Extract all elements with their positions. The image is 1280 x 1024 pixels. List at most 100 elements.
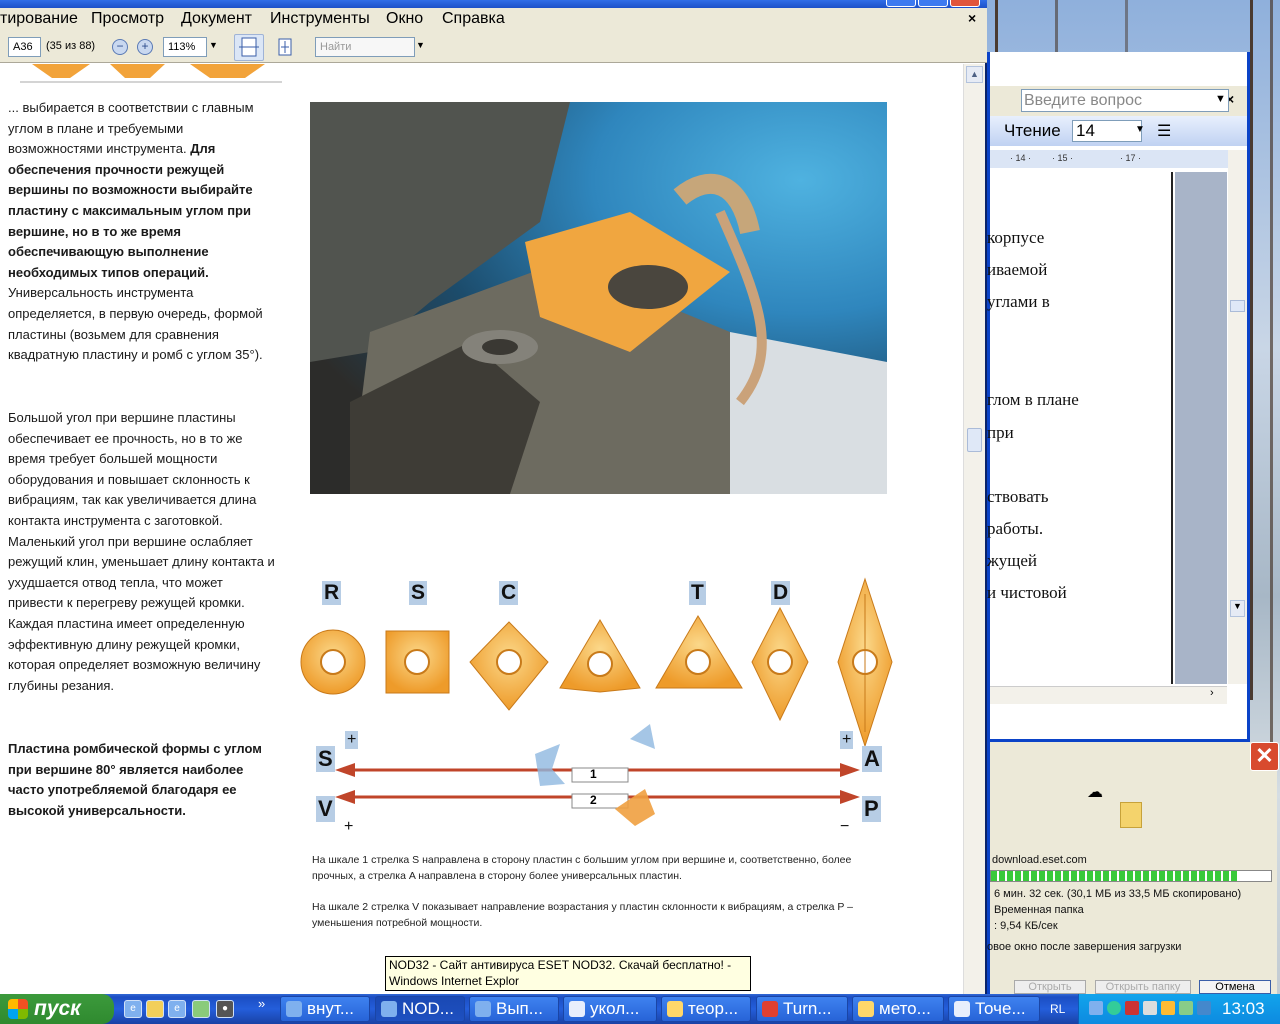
axis-label-a: A bbox=[862, 746, 882, 772]
word-scroll-right-icon[interactable]: › bbox=[1210, 687, 1214, 699]
ruler-mark-14: · 14 · bbox=[1010, 153, 1032, 163]
word-document-page[interactable] bbox=[990, 172, 1173, 684]
folder-quicklaunch-icon[interactable] bbox=[146, 1000, 164, 1018]
font-size-select[interactable]: 14 bbox=[1072, 120, 1142, 142]
paragraph-2: Большой угол при вершине пластины обеспе… bbox=[8, 410, 275, 693]
minimize-button[interactable] bbox=[886, 0, 916, 7]
scroll-thumb[interactable] bbox=[967, 428, 982, 452]
word-scroll-down-icon[interactable]: ▼ bbox=[1230, 600, 1245, 617]
desktop: тирование Просмотр Документ Инструменты … bbox=[0, 0, 1280, 1024]
antivirus-tray-icon[interactable] bbox=[1107, 1001, 1121, 1015]
task-label: NOD... bbox=[402, 999, 454, 1018]
word-scroll-thumb[interactable] bbox=[1230, 300, 1245, 312]
ruler-mark-17: · 17 · bbox=[1120, 153, 1142, 163]
document-scrollbar[interactable]: ▲ bbox=[963, 64, 985, 994]
help-question-input[interactable]: Введите вопрос bbox=[1021, 89, 1229, 112]
help-dropdown-icon[interactable]: ▼ bbox=[1215, 93, 1226, 105]
download-open-folder-button[interactable]: Открыть папку bbox=[1095, 980, 1191, 994]
font-size-dropdown-icon[interactable]: ▼ bbox=[1135, 124, 1145, 135]
clock[interactable]: 13:03 bbox=[1222, 994, 1265, 1024]
update-tray-icon[interactable] bbox=[1179, 1001, 1193, 1015]
download-close-button[interactable]: ✕ bbox=[1250, 742, 1279, 771]
plus-top-right: + bbox=[840, 731, 854, 749]
style-select[interactable]: Чтение bbox=[990, 120, 1074, 142]
menu-view[interactable]: Просмотр bbox=[91, 10, 164, 28]
close-after-download-checkbox[interactable]: овое окно после завершения загрузки bbox=[987, 941, 1181, 953]
download-dialog: ☁ bbox=[987, 742, 1277, 994]
pdf-icon bbox=[762, 1001, 778, 1017]
pdf-reader-window: тирование Просмотр Документ Инструменты … bbox=[0, 0, 987, 994]
scale-2-label: 2 bbox=[590, 793, 597, 807]
task-pdf[interactable]: Turn... bbox=[756, 996, 848, 1022]
insert-shapes-diagram bbox=[300, 577, 893, 826]
align-icon[interactable]: ☰ bbox=[1157, 121, 1171, 141]
media-quicklaunch-icon[interactable]: ● bbox=[216, 1000, 234, 1018]
alert-tray-icon[interactable] bbox=[1125, 1001, 1139, 1015]
download-open-button[interactable]: Открыть bbox=[1014, 980, 1086, 994]
document-page: ... выбирается в соответствии с главным … bbox=[0, 64, 963, 994]
security-tray-icon[interactable] bbox=[1161, 1001, 1175, 1015]
task-label: укол... bbox=[590, 999, 640, 1018]
word-page-margin bbox=[1175, 172, 1227, 684]
menu-edit[interactable]: тирование bbox=[0, 10, 78, 28]
zoom-input[interactable]: 113% bbox=[163, 37, 207, 57]
reader-menubar: тирование Просмотр Документ Инструменты … bbox=[0, 8, 987, 31]
download-progress-fill bbox=[991, 871, 1238, 881]
page-number-input[interactable]: A36 bbox=[8, 37, 41, 57]
task-label: Turn... bbox=[783, 999, 832, 1018]
scroll-up-icon[interactable]: ▲ bbox=[966, 66, 983, 83]
quicklaunch-more-icon[interactable]: » bbox=[258, 996, 265, 1011]
volume-tray-icon[interactable] bbox=[1143, 1001, 1157, 1015]
caption-2: На шкале 2 стрелка V показывает направле… bbox=[312, 901, 853, 929]
task-ie-2[interactable]: NOD... bbox=[375, 996, 465, 1022]
display-tray-icon[interactable] bbox=[1197, 1001, 1211, 1015]
start-button[interactable]: пуск bbox=[0, 994, 114, 1024]
ie-quicklaunch-icon[interactable]: e bbox=[124, 1000, 142, 1018]
word-vertical-scrollbar[interactable]: ▼ bbox=[1228, 150, 1247, 684]
task-folder-1[interactable]: теор... bbox=[661, 996, 751, 1022]
close-button[interactable] bbox=[950, 0, 980, 7]
page-count: (35 из 88) bbox=[46, 40, 96, 52]
find-dropdown-icon[interactable]: ▼ bbox=[416, 40, 425, 50]
taskbar-tooltip: NOD32 - Сайт антивируса ESET NOD32. Скач… bbox=[385, 956, 751, 991]
language-indicator[interactable]: RL bbox=[1050, 994, 1065, 1024]
shape-label-c: C bbox=[499, 581, 519, 605]
axis-label-v: V bbox=[316, 796, 335, 822]
browser-quicklaunch-icon[interactable]: e bbox=[168, 1000, 186, 1018]
ruler-mark-15: · 15 · bbox=[1052, 153, 1074, 163]
word-horizontal-scrollbar[interactable]: › bbox=[990, 686, 1227, 704]
previous-figure-strip bbox=[20, 64, 282, 83]
zoom-out-button[interactable]: − bbox=[112, 39, 128, 55]
folder-icon bbox=[1120, 802, 1142, 828]
menu-help[interactable]: Справка bbox=[442, 10, 505, 28]
task-label: Точе... bbox=[975, 999, 1026, 1018]
download-folder: Временная папка bbox=[994, 904, 1084, 916]
zoom-in-button[interactable]: + bbox=[137, 39, 153, 55]
menu-document[interactable]: Документ bbox=[181, 10, 252, 28]
zoom-dropdown-icon[interactable]: ▼ bbox=[209, 40, 218, 50]
fit-width-button[interactable] bbox=[234, 34, 264, 61]
axis-label-s: S bbox=[316, 746, 335, 772]
paragraph-1-intro: ... выбирается в соответствии с главным … bbox=[8, 100, 254, 157]
close-document-icon[interactable]: × bbox=[968, 10, 976, 26]
network-tray-icon[interactable] bbox=[1089, 1001, 1103, 1015]
tool-quicklaunch-icon[interactable] bbox=[192, 1000, 210, 1018]
word-line-7: работы. bbox=[987, 519, 1044, 538]
maximize-button[interactable] bbox=[918, 0, 948, 7]
word-ruler: · 14 · · 15 · · 17 · bbox=[990, 150, 1230, 168]
menu-tools[interactable]: Инструменты bbox=[270, 10, 370, 28]
task-ie-1[interactable]: внут... bbox=[280, 996, 370, 1022]
task-folder-2[interactable]: мето... bbox=[852, 996, 944, 1022]
download-cancel-button[interactable]: Отмена bbox=[1199, 980, 1271, 994]
word-formatting-toolbar: Чтение 14 ▼ ☰ bbox=[990, 116, 1247, 146]
fit-page-button[interactable] bbox=[270, 34, 300, 61]
task-word-2[interactable]: Точе... bbox=[948, 996, 1040, 1022]
shape-label-t: T bbox=[689, 581, 706, 605]
word-line-9: и чистовой bbox=[987, 583, 1067, 602]
task-ie-3[interactable]: Вып... bbox=[469, 996, 559, 1022]
task-label: Вып... bbox=[496, 999, 543, 1018]
axis-label-p: P bbox=[862, 796, 881, 822]
task-word[interactable]: укол... bbox=[563, 996, 657, 1022]
menu-window[interactable]: Окно bbox=[386, 10, 423, 28]
find-input[interactable]: Найти bbox=[315, 37, 415, 57]
